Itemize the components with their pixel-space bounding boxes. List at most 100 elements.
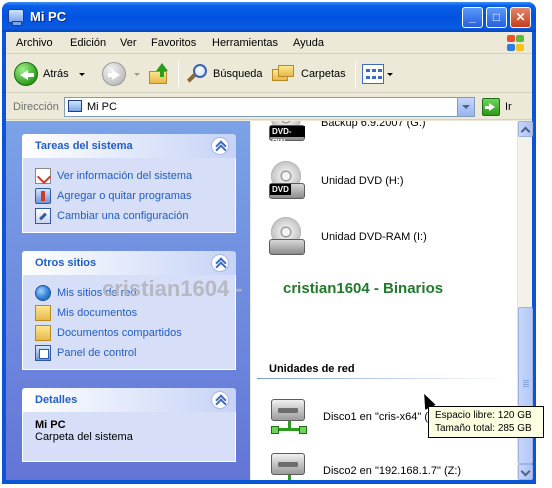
details-type: Carpeta del sistema — [35, 431, 133, 443]
views-button[interactable] — [362, 60, 393, 88]
network-drive-item[interactable]: Disco2 en "192.168.1.7" (Z:) — [269, 451, 461, 480]
minimize-button[interactable]: _ — [462, 7, 483, 28]
back-arrow-icon — [14, 62, 38, 86]
up-folder-button[interactable] — [148, 60, 170, 88]
toolbar-separator — [178, 61, 179, 87]
drive-tooltip: Espacio libre: 120 GB Tamaño total: 285 … — [428, 406, 544, 438]
drive-item[interactable]: Unidad DVD-RAM (I:) — [269, 217, 427, 257]
folder-up-icon — [148, 63, 170, 85]
search-label: Búsqueda — [213, 68, 263, 80]
go-arrow-icon[interactable] — [482, 98, 500, 116]
panel-system-tasks: Tareas del sistema Ver información del s… — [22, 134, 236, 233]
drive-item[interactable]: DVD-RW Backup 6.9.2007 (G:) — [269, 121, 426, 147]
tooltip-free-space: Espacio libre: 120 GB — [435, 410, 532, 421]
drive-label: Disco2 en "192.168.1.7" (Z:) — [323, 465, 462, 477]
system-info-icon — [35, 168, 51, 184]
views-dropdown-icon[interactable] — [387, 72, 393, 76]
toolbar-separator — [355, 61, 356, 87]
collapse-icon[interactable] — [211, 137, 229, 155]
panel-other-places: Otros sitios Mis sitios de red Mis docum… — [22, 251, 236, 370]
menu-archivo[interactable]: Archivo — [16, 37, 53, 49]
network-drive-icon — [269, 451, 309, 480]
drive-item[interactable]: DVD Unidad DVD (H:) — [269, 161, 404, 201]
my-computer-icon — [68, 100, 82, 112]
drive-badge: DVD — [270, 184, 291, 195]
panel-body: Ver información del sistema Agregar o qu… — [22, 158, 236, 233]
my-documents-icon — [35, 305, 51, 321]
watermark-text: cristian1604 - Binarios — [283, 280, 444, 297]
panel-title: Otros sitios — [35, 257, 97, 269]
back-button[interactable]: Atrás — [14, 60, 85, 88]
window-title: Mi PC — [30, 9, 67, 24]
menu-favoritos[interactable]: Favoritos — [151, 37, 196, 49]
address-value: Mi PC — [87, 101, 117, 113]
menu-ver[interactable]: Ver — [120, 37, 137, 49]
details-name: Mi PC — [35, 419, 66, 431]
panel-header[interactable]: Detalles — [22, 388, 236, 412]
network-drive-item[interactable]: Disco1 en "cris-x64" (Y:) — [269, 397, 441, 437]
my-computer-icon — [8, 9, 24, 26]
address-input[interactable]: Mi PC — [64, 97, 475, 117]
network-places-icon — [35, 285, 51, 301]
dvd-ram-drive-icon — [269, 217, 305, 257]
tooltip-total-size: Tamaño total: 285 GB — [435, 423, 532, 434]
title-bar[interactable]: Mi PC _ □ ✕ — [2, 2, 536, 32]
toolbar: Atrás Búsqueda Carpetas — [6, 55, 532, 93]
close-button[interactable]: ✕ — [510, 7, 531, 28]
forward-arrow-icon — [102, 62, 126, 86]
task-add-remove-programs[interactable]: Agregar o quitar programas — [35, 186, 225, 206]
control-panel-icon — [35, 345, 51, 361]
task-label[interactable]: Ver información del sistema — [57, 170, 192, 182]
place-my-documents[interactable]: Mis documentos — [35, 303, 225, 323]
folders-label: Carpetas — [301, 68, 346, 80]
watermark-text: cristian1604 - — [102, 276, 243, 301]
drive-badge: DVD-RW — [270, 126, 305, 147]
forward-dropdown-icon[interactable] — [134, 72, 140, 76]
task-label[interactable]: Cambiar una configuración — [57, 210, 188, 222]
task-label[interactable]: Agregar o quitar programas — [57, 190, 192, 202]
menu-herramientas[interactable]: Herramientas — [212, 37, 278, 49]
scroll-thumb[interactable] — [518, 307, 533, 464]
panel-header[interactable]: Tareas del sistema — [22, 134, 236, 158]
drive-label: Disco1 en "cris-x64" (Y:) — [323, 411, 442, 423]
back-dropdown-icon[interactable] — [78, 72, 85, 76]
scroll-up-icon[interactable] — [518, 121, 533, 137]
place-label[interactable]: Panel de control — [57, 347, 137, 359]
folders-button[interactable]: Carpetas — [272, 60, 346, 88]
back-label: Atrás — [43, 68, 69, 80]
place-control-panel[interactable]: Panel de control — [35, 343, 225, 363]
panel-body: Mi PC Carpeta del sistema — [22, 412, 236, 462]
forward-button[interactable] — [102, 60, 140, 88]
place-label[interactable]: Mis documentos — [57, 307, 137, 319]
scroll-down-icon[interactable] — [518, 464, 533, 480]
menu-ayuda[interactable]: Ayuda — [293, 37, 324, 49]
address-bar: Dirección Mi PC Ir — [6, 94, 532, 120]
menu-bar: Archivo Edición Ver Favoritos Herramient… — [6, 32, 532, 54]
section-divider — [257, 378, 509, 379]
collapse-icon[interactable] — [211, 254, 229, 272]
dvd-drive-icon: DVD — [269, 161, 305, 201]
panel-header[interactable]: Otros sitios — [22, 251, 236, 275]
drive-label: Unidad DVD-RAM (I:) — [321, 231, 427, 243]
place-label[interactable]: Documentos compartidos — [57, 327, 182, 339]
menu-edicion[interactable]: Edición — [70, 37, 106, 49]
panel-details: Detalles Mi PC Carpeta del sistema — [22, 388, 236, 462]
task-change-setting[interactable]: Cambiar una configuración — [35, 206, 225, 226]
change-setting-icon — [35, 208, 51, 224]
drive-label: Backup 6.9.2007 (G:) — [321, 121, 426, 129]
collapse-icon[interactable] — [211, 391, 229, 409]
search-button[interactable]: Búsqueda — [186, 60, 263, 88]
views-icon — [362, 64, 384, 84]
panel-title: Tareas del sistema — [35, 140, 133, 152]
search-icon — [186, 63, 208, 85]
maximize-button[interactable]: □ — [486, 7, 507, 28]
panel-title: Detalles — [35, 394, 78, 406]
go-button[interactable]: Ir — [505, 101, 512, 113]
network-drive-icon — [269, 397, 309, 437]
shared-documents-icon — [35, 325, 51, 341]
network-section-heading: Unidades de red — [269, 363, 355, 375]
address-dropdown-icon[interactable] — [457, 98, 474, 116]
task-view-system-info[interactable]: Ver información del sistema — [35, 166, 225, 186]
address-label: Dirección — [13, 101, 59, 113]
place-shared-documents[interactable]: Documentos compartidos — [35, 323, 225, 343]
